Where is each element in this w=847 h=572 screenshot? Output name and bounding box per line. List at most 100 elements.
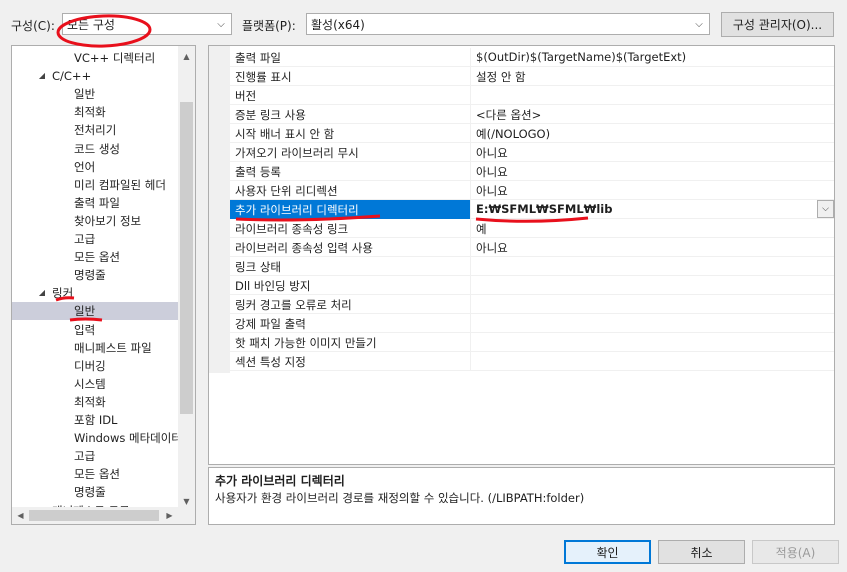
- platform-select[interactable]: 활성(x64) ⌵: [306, 13, 710, 35]
- property-row[interactable]: 추가 라이브러리 디렉터리 E:₩SFML₩SFML₩lib ⌵: [230, 200, 834, 219]
- tree-item[interactable]: 모든 옵션: [12, 248, 178, 266]
- tree-item[interactable]: 모든 옵션: [12, 465, 178, 483]
- tree-item[interactable]: 고급: [12, 230, 178, 248]
- config-manager-button[interactable]: 구성 관리자(O)...: [721, 12, 834, 37]
- column-divider[interactable]: [470, 314, 471, 333]
- property-row[interactable]: 진행률 표시 설정 안 함: [230, 67, 834, 86]
- triangle-down-icon[interactable]: ◢: [37, 284, 47, 302]
- property-description-panel: 추가 라이브러리 디렉터리 사용자가 환경 라이브러리 경로를 재정의할 수 있…: [208, 467, 835, 525]
- tree-item-label: 일반: [74, 304, 96, 319]
- property-row[interactable]: 가져오기 라이브러리 무시 아니요: [230, 143, 834, 162]
- property-name: Dll 바인딩 방지: [235, 279, 311, 293]
- tree-item[interactable]: 전처리기: [12, 121, 178, 139]
- ok-button[interactable]: 확인: [564, 540, 651, 564]
- tree-item[interactable]: 일반: [12, 302, 178, 321]
- tree-item[interactable]: 포함 IDL: [12, 411, 178, 429]
- property-row[interactable]: 섹션 특성 지정: [230, 352, 834, 371]
- property-row[interactable]: 링커 경고를 오류로 처리: [230, 295, 834, 314]
- property-name: 버전: [235, 89, 257, 103]
- tree-item[interactable]: 고급: [12, 447, 178, 465]
- tree-horizontal-scrollbar[interactable]: ◀ ▶: [12, 507, 195, 524]
- property-row[interactable]: 출력 파일 $(OutDir)$(TargetName)$(TargetExt): [230, 48, 834, 67]
- property-name: 섹션 특성 지정: [235, 355, 306, 369]
- platform-value: 활성(x64): [311, 17, 365, 32]
- cancel-button[interactable]: 취소: [658, 540, 745, 564]
- column-divider[interactable]: [470, 67, 471, 86]
- property-row[interactable]: 증분 링크 사용 <다른 옵션>: [230, 105, 834, 124]
- scroll-up-icon[interactable]: ▲: [178, 48, 195, 65]
- column-divider[interactable]: [470, 352, 471, 371]
- tree-item[interactable]: 코드 생성: [12, 140, 178, 158]
- column-divider[interactable]: [470, 124, 471, 143]
- column-divider[interactable]: [470, 238, 471, 257]
- column-divider[interactable]: [470, 86, 471, 105]
- property-name: 사용자 단위 리디렉션: [235, 184, 338, 198]
- column-divider[interactable]: [470, 295, 471, 314]
- property-row[interactable]: 라이브러리 종속성 링크 예: [230, 219, 834, 238]
- column-divider[interactable]: [470, 162, 471, 181]
- property-row[interactable]: 강제 파일 출력: [230, 314, 834, 333]
- tree-item-label: 입력: [74, 322, 96, 337]
- tree-item-label: 최적화: [74, 105, 106, 120]
- tree-item[interactable]: 입력: [12, 321, 178, 339]
- property-name: 진행률 표시: [235, 70, 292, 84]
- property-name: 링크 상태: [235, 260, 281, 274]
- property-name: 강제 파일 출력: [235, 317, 306, 331]
- column-divider[interactable]: [470, 48, 471, 67]
- property-row[interactable]: Dll 바인딩 방지: [230, 276, 834, 295]
- tree-item-label: 링커: [52, 286, 74, 301]
- tree-item[interactable]: 언어: [12, 158, 178, 176]
- tree-item[interactable]: ◢ 링커: [12, 284, 178, 302]
- tree-item[interactable]: 디버깅: [12, 357, 178, 375]
- tree-item-label: 코드 생성: [74, 141, 120, 156]
- scroll-right-icon[interactable]: ▶: [161, 507, 178, 524]
- tree-item[interactable]: Windows 메타데이터: [12, 429, 182, 447]
- property-value[interactable]: E:₩SFML₩SFML₩lib: [476, 202, 612, 216]
- property-row[interactable]: 라이브러리 종속성 입력 사용 아니요: [230, 238, 834, 257]
- tree-item-label: 디버깅: [74, 358, 106, 373]
- description-text: 사용자가 환경 라이브러리 경로를 재정의할 수 있습니다. (/LIBPATH…: [215, 491, 585, 505]
- property-row[interactable]: 사용자 단위 리디렉션 아니요: [230, 181, 834, 200]
- tree-item[interactable]: 명령줄: [12, 266, 178, 284]
- property-value: <다른 옵션>: [476, 108, 542, 122]
- tree-item-label: 찾아보기 정보: [74, 213, 142, 228]
- property-value: 예(/NOLOGO): [476, 127, 551, 141]
- column-divider[interactable]: [470, 143, 471, 162]
- tree-item-label: 일반: [74, 87, 96, 102]
- property-row[interactable]: 버전: [230, 86, 834, 105]
- column-divider[interactable]: [470, 200, 471, 219]
- apply-button[interactable]: 적용(A): [752, 540, 839, 564]
- tree-item[interactable]: 명령줄: [12, 483, 178, 501]
- tree-vertical-scroll-thumb[interactable]: [180, 102, 193, 414]
- column-divider[interactable]: [470, 181, 471, 200]
- tree-vertical-scrollbar[interactable]: ▲ ▼: [178, 46, 195, 509]
- column-divider[interactable]: [470, 333, 471, 352]
- scroll-left-icon[interactable]: ◀: [12, 507, 29, 524]
- tree-item[interactable]: 최적화: [12, 103, 178, 121]
- property-row[interactable]: 출력 등록 아니요: [230, 162, 834, 181]
- column-divider[interactable]: [470, 219, 471, 238]
- property-row[interactable]: 링크 상태: [230, 257, 834, 276]
- tree-horizontal-scroll-thumb[interactable]: [29, 510, 159, 521]
- property-grid[interactable]: 출력 파일 $(OutDir)$(TargetName)$(TargetExt) 진…: [208, 45, 835, 465]
- tree-item[interactable]: 미리 컴파일된 헤더: [12, 176, 178, 194]
- config-select[interactable]: 모든 구성 ⌵: [62, 13, 232, 35]
- property-value: 설정 안 함: [476, 70, 526, 84]
- column-divider[interactable]: [470, 105, 471, 124]
- chevron-down-icon: ⌵: [217, 18, 225, 30]
- chevron-down-icon[interactable]: ⌵: [817, 200, 834, 218]
- tree-item[interactable]: 출력 파일: [12, 194, 178, 212]
- tree-item[interactable]: 매니페스트 파일: [12, 339, 178, 357]
- triangle-down-icon[interactable]: ◢: [37, 67, 47, 85]
- category-tree[interactable]: VC++ 디렉터리 ◢ C/C++ 일반 최적화 전처리기 코드 생성 언어 미리 컴파일된 헤…: [11, 45, 196, 525]
- column-divider[interactable]: [470, 276, 471, 295]
- tree-item[interactable]: 일반: [12, 85, 178, 103]
- tree-item[interactable]: ◢ C/C++: [12, 67, 178, 85]
- tree-item[interactable]: 찾아보기 정보: [12, 212, 178, 230]
- property-row[interactable]: 시작 배너 표시 안 함 예(/NOLOGO): [230, 124, 834, 143]
- tree-item[interactable]: 시스템: [12, 375, 178, 393]
- column-divider[interactable]: [470, 257, 471, 276]
- tree-item[interactable]: 최적화: [12, 393, 178, 411]
- tree-item[interactable]: VC++ 디렉터리: [12, 49, 178, 67]
- property-row[interactable]: 핫 패치 가능한 이미지 만들기: [230, 333, 834, 352]
